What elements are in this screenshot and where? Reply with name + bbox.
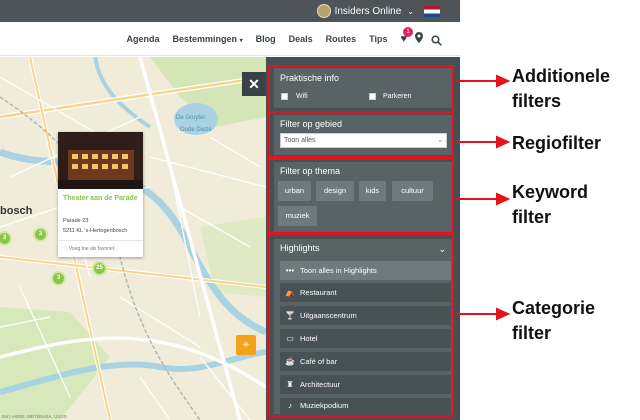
arrowhead-region-filter bbox=[496, 135, 511, 149]
annotation-category-filter-line1: Categorie bbox=[512, 298, 596, 318]
annotation-region-filter: Regiofilter bbox=[512, 133, 602, 153]
annotation-keyword-filter-line1: Keyword bbox=[512, 182, 589, 202]
arrowhead-keyword-filter bbox=[496, 192, 511, 206]
annotation-additional-filters-line2: filters bbox=[512, 91, 562, 111]
arrowhead-additional-filters bbox=[496, 74, 511, 88]
screenshot: Insiders Online ⌄ Agenda Bestemmingen ▾ … bbox=[0, 0, 640, 420]
annotation-keyword-filter-line2: filter bbox=[512, 207, 552, 227]
annotation-category-filter-line2: filter bbox=[512, 323, 552, 343]
annotation-additional-filters-line1: Additionele bbox=[512, 66, 610, 86]
arrowhead-category-filter bbox=[496, 307, 511, 321]
